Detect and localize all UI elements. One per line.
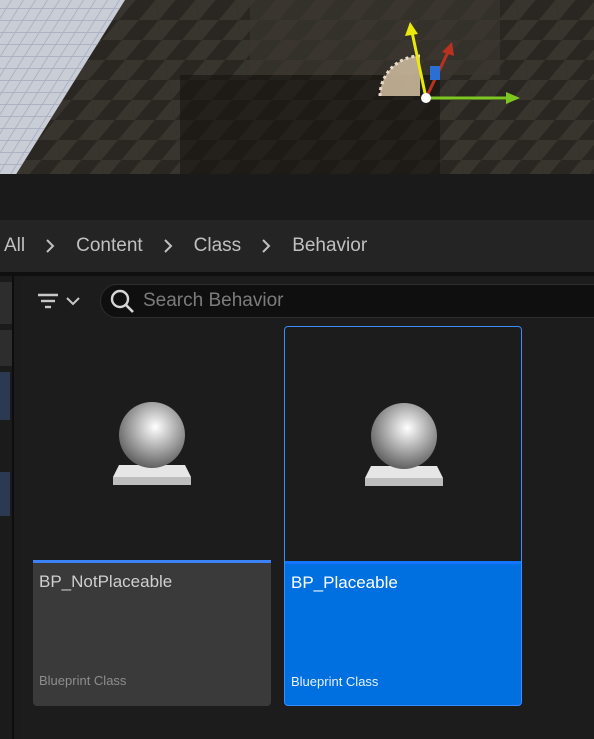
- sphere-actor-icon: [113, 402, 191, 485]
- asset-tile-bp-notplaceable[interactable]: BP_NotPlaceable Blueprint Class: [33, 326, 271, 706]
- asset-name: BP_Placeable: [291, 573, 398, 592]
- search-box[interactable]: [100, 284, 594, 318]
- breadcrumb: All Content Class Behavior: [0, 220, 594, 272]
- asset-type: Blueprint Class: [39, 673, 127, 688]
- asset-tile-bp-placeable[interactable]: BP_Placeable Blueprint Class: [284, 326, 522, 706]
- panel-splitter[interactable]: [12, 276, 14, 739]
- chevron-right-icon: [46, 239, 55, 253]
- search-input[interactable]: [143, 290, 543, 312]
- sources-panel-item[interactable]: [0, 472, 10, 516]
- asset-type: Blueprint Class: [291, 674, 379, 689]
- chevron-down-icon: [66, 297, 80, 306]
- sources-panel-item[interactable]: [0, 330, 12, 366]
- sources-panel: [0, 276, 22, 739]
- chevron-right-icon: [163, 239, 173, 253]
- sources-panel-item[interactable]: [0, 282, 12, 324]
- asset-thumbnail: [33, 326, 271, 560]
- sources-panel-item[interactable]: [0, 372, 10, 420]
- chevron-right-icon: [262, 239, 271, 253]
- breadcrumb-item-content[interactable]: Content: [76, 235, 143, 257]
- asset-view: BP_NotPlaceable Blueprint Class BP_Place…: [22, 276, 594, 739]
- level-viewport[interactable]: [0, 0, 594, 174]
- asset-type-bar: [33, 560, 271, 563]
- filter-icon: [38, 293, 58, 309]
- breadcrumb-item-class[interactable]: Class: [194, 235, 242, 257]
- filter-button[interactable]: [36, 288, 88, 314]
- search-icon: [110, 289, 134, 313]
- asset-name: BP_NotPlaceable: [39, 572, 173, 591]
- asset-toolbar: [22, 276, 594, 324]
- asset-thumbnail: [285, 327, 521, 561]
- transform-gizmo-icon[interactable]: [372, 18, 532, 118]
- sphere-actor-icon: [365, 403, 443, 486]
- breadcrumb-item-all[interactable]: All: [4, 235, 25, 257]
- viewport-footer: [0, 174, 594, 220]
- breadcrumb-item-behavior[interactable]: Behavior: [292, 235, 367, 257]
- asset-type-bar: [285, 561, 521, 564]
